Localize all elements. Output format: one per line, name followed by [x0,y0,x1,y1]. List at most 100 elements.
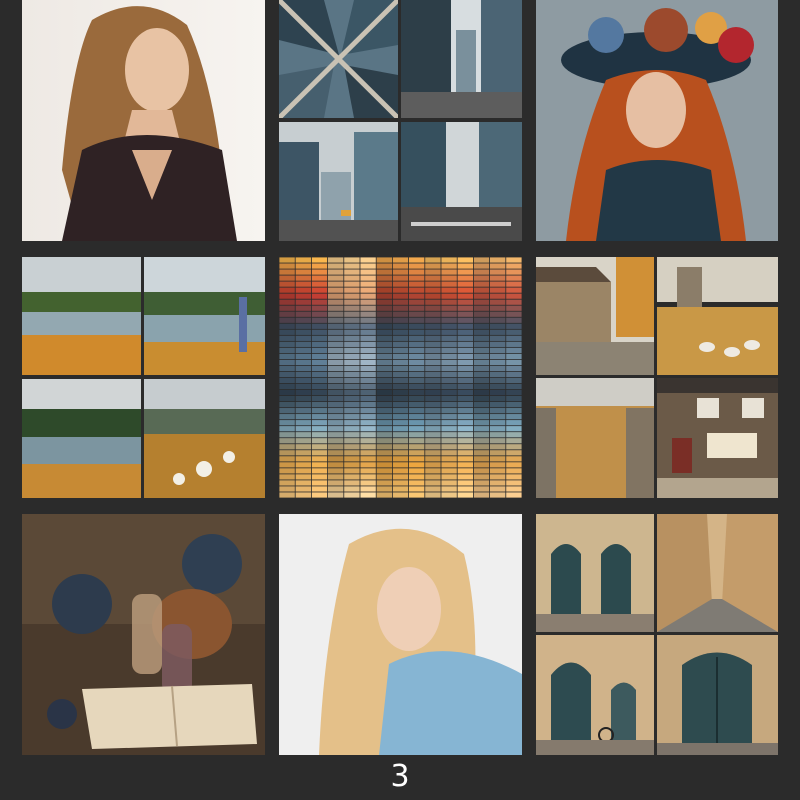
palette-swatch [295,365,311,372]
palette-swatch [392,402,409,408]
palette-swatch [328,323,344,329]
palette-swatch [376,450,392,456]
palette-swatch [490,359,506,366]
palette-swatch [344,269,360,275]
palette-swatch [506,335,522,341]
palette-swatch [506,480,522,486]
palette-swatch [295,287,311,293]
palette-swatch [506,275,522,281]
palette-swatch [360,329,376,335]
palette-swatch [490,353,506,360]
palette-swatch [457,389,473,396]
palette-swatch [376,432,392,438]
palette-swatch [311,353,328,360]
palette-swatch [425,395,441,402]
palette-swatch [441,329,457,335]
color-palette-grid [279,257,522,498]
palette-swatch [360,269,376,275]
palette-swatch [490,383,506,390]
palette-swatch [279,480,295,486]
palette-swatch [279,395,295,402]
palette-swatch [344,395,360,402]
palette-swatch [506,426,522,432]
palette-swatch [473,426,490,432]
palette-swatch [311,341,328,347]
palette-swatch [279,317,295,323]
palette-swatch [295,492,311,498]
palette-swatch [311,269,328,275]
photo-old-town-bicycle [536,635,654,755]
palette-swatch [344,426,360,432]
palette-swatch [490,395,506,402]
photo-collage-city [279,0,522,241]
palette-swatch [409,402,425,408]
palette-swatch [457,359,473,366]
palette-swatch [344,492,360,498]
palette-swatch [328,275,344,281]
palette-swatch [473,389,490,396]
palette-swatch [392,462,409,468]
palette-swatch [328,263,344,269]
palette-swatch [295,383,311,390]
palette-swatch [279,299,295,305]
palette-swatch [344,420,360,426]
palette-swatch [279,468,295,474]
palette-swatch [425,389,441,396]
palette-swatch [360,450,376,456]
palette-swatch [490,420,506,426]
palette-swatch [360,293,376,299]
palette-swatch [457,263,473,269]
palette-swatch [360,420,376,426]
photo-old-town-double-door [657,635,778,755]
palette-swatch [441,426,457,432]
palette-swatch [506,395,522,402]
palette-swatch [311,402,328,408]
palette-swatch [279,456,295,462]
palette-swatch [457,257,473,263]
palette-swatch [409,456,425,462]
palette-swatch [425,353,441,360]
palette-swatch [441,486,457,492]
palette-swatch [311,359,328,366]
palette-swatch [392,395,409,402]
palette-swatch [392,311,409,317]
palette-swatch [279,444,295,450]
palette-swatch [311,408,328,414]
palette-swatch [279,257,295,263]
palette-swatch [392,299,409,305]
palette-swatch [376,462,392,468]
palette-swatch [409,395,425,402]
palette-swatch [425,365,441,372]
palette-swatch [376,426,392,432]
palette-swatch [376,480,392,486]
palette-swatch [376,269,392,275]
photo-collage-village [536,257,778,498]
palette-swatch [295,420,311,426]
photo-collage-lake [22,257,265,498]
palette-swatch [441,414,457,420]
photo-old-town-doors [536,514,654,632]
palette-swatch [311,347,328,354]
palette-swatch [279,450,295,456]
palette-swatch [409,281,425,287]
palette-swatch [441,371,457,378]
palette-swatch [344,317,360,323]
palette-swatch [425,329,441,335]
palette-swatch [295,456,311,462]
palette-swatch [392,365,409,372]
palette-swatch [328,456,344,462]
palette-swatch [473,359,490,366]
palette-swatch [490,408,506,414]
palette-swatch [409,335,425,341]
palette-swatch [279,408,295,414]
palette-swatch [490,402,506,408]
palette-swatch [457,462,473,468]
palette-swatch [344,474,360,480]
palette-swatch [279,269,295,275]
palette-swatch [311,389,328,396]
palette-swatch [490,389,506,396]
palette-swatch [360,486,376,492]
palette-swatch [490,335,506,341]
palette-swatch [328,402,344,408]
palette-swatch [409,365,425,372]
